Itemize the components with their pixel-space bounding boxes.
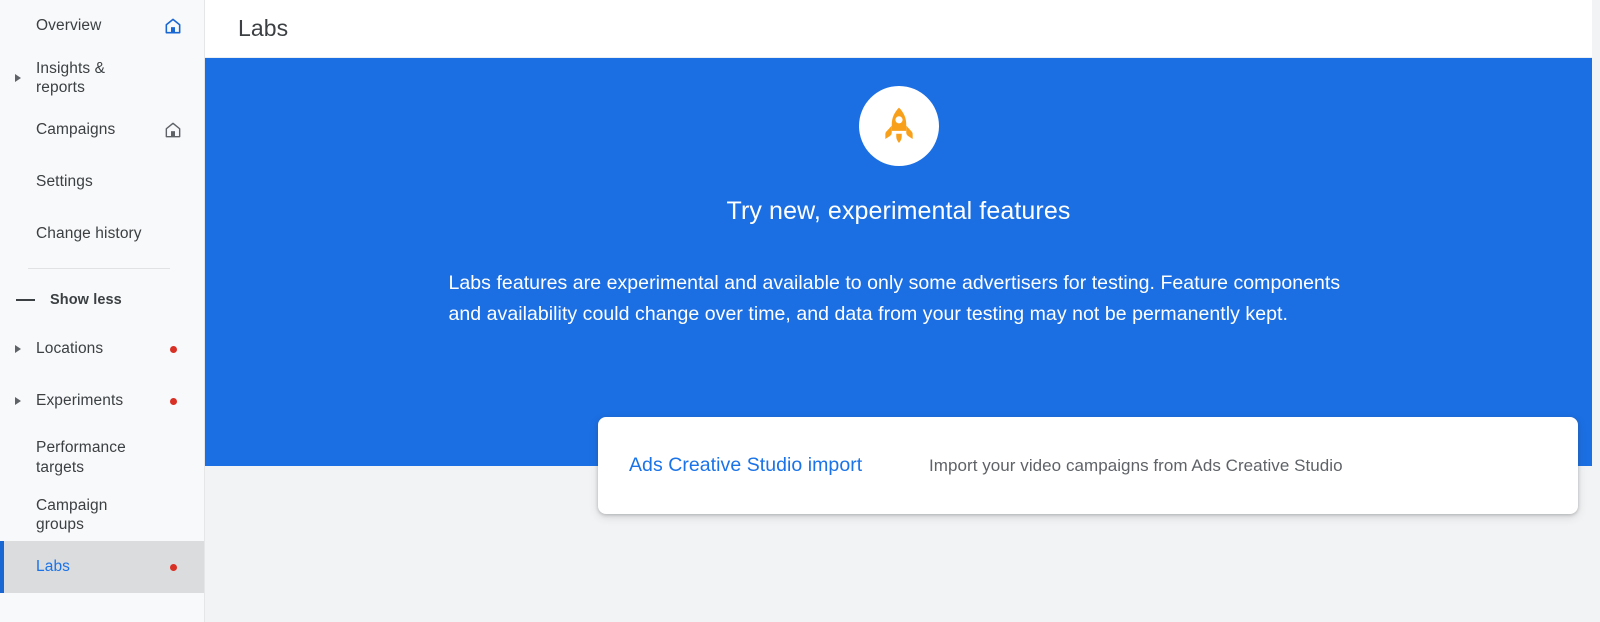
minus-icon [0,299,50,301]
home-icon[interactable] [156,16,190,36]
sidebar-item-change-history[interactable]: Change history [0,208,204,260]
show-less-label: Show less [50,292,122,308]
labs-feature-card[interactable]: Ads Creative Studio import Import your v… [598,417,1578,514]
hero-body-text: Labs features are experimental and avail… [448,272,1341,325]
show-less-button[interactable]: Show less [0,277,204,323]
sidebar-item-label: Locations [36,340,104,358]
page-title: Labs [238,15,289,41]
sidebar-item-label: Labs [36,558,71,576]
home-icon[interactable] [156,120,190,140]
sidebar-item-performance-targets[interactable]: Performance targets [0,427,204,489]
sidebar-item-label: Insights & reports [36,59,106,96]
rocket-icon [858,86,939,166]
hero-banner: Try new, experimental features Labs feat… [205,58,1592,466]
chevron-right-icon[interactable] [0,74,36,82]
sidebar: Overview Insights & reports Campaigns Se… [0,0,205,622]
sidebar-item-label: Campaign groups [36,496,108,533]
sidebar-item-label: Performance targets [36,439,126,476]
sidebar-item-label: Campaigns [36,121,116,139]
sidebar-item-label: Settings [36,173,93,191]
card-description: Import your video campaigns from Ads Cre… [929,455,1343,475]
sidebar-divider [28,268,170,269]
sidebar-item-campaigns[interactable]: Campaigns [0,104,204,156]
sidebar-item-locations[interactable]: Locations [0,323,204,375]
right-gutter [1592,0,1600,622]
sidebar-item-experiments[interactable]: Experiments [0,375,204,427]
sidebar-item-label: Change history [36,225,142,243]
hero-heading: Try new, experimental features [726,197,1071,225]
sidebar-item-overview[interactable]: Overview [0,0,204,52]
main-content: Labs Try new, experimental features Labs… [205,0,1600,622]
status-dot [156,563,190,571]
chevron-right-icon[interactable] [0,345,36,353]
status-dot [156,345,190,353]
sidebar-item-labs[interactable]: Labs [0,541,204,593]
sidebar-item-label: Experiments [36,392,124,410]
ads-creative-studio-import-link[interactable]: Ads Creative Studio import [629,454,929,477]
app-root: Overview Insights & reports Campaigns Se… [0,0,1600,622]
sidebar-item-settings[interactable]: Settings [0,156,204,208]
chevron-right-icon[interactable] [0,397,36,405]
sidebar-item-insights-reports[interactable]: Insights & reports [0,52,204,104]
sidebar-item-campaign-groups[interactable]: Campaign groups [0,489,204,541]
top-bar: Labs [205,0,1600,58]
sidebar-item-label: Overview [36,17,102,35]
status-dot [156,397,190,405]
